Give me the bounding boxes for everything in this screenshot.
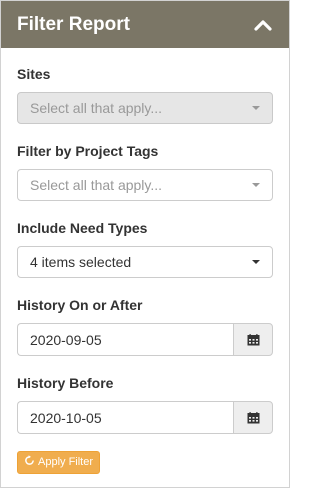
project-tags-placeholder: Select all that apply... — [30, 177, 163, 193]
panel-header: Filter Report — [1, 1, 289, 48]
need-types-value: 4 items selected — [30, 254, 132, 270]
calendar-icon — [247, 333, 259, 345]
sites-group: Sites Select all that apply... — [17, 66, 273, 124]
apply-filter-label: Apply Filter — [38, 456, 94, 468]
project-tags-select[interactable]: Select all that apply... — [17, 169, 273, 201]
panel-title: Filter Report — [17, 13, 130, 35]
history-after-input[interactable]: 2020-09-05 — [17, 323, 233, 356]
dropdown-caret-icon — [252, 183, 260, 187]
filter-report-panel: Filter Report Sites Select all that appl… — [0, 0, 290, 488]
calendar-icon — [247, 411, 259, 423]
history-before-input[interactable]: 2020-10-05 — [17, 401, 233, 434]
sites-placeholder: Select all that apply... — [30, 100, 163, 116]
sites-select[interactable]: Select all that apply... — [17, 92, 273, 124]
history-before-group: History Before 2020-10-05 — [17, 375, 273, 434]
calendar-button[interactable] — [233, 323, 273, 356]
history-after-group: History On or After 2020-09-05 — [17, 297, 273, 356]
need-types-select[interactable]: 4 items selected — [17, 246, 273, 278]
history-after-label: History On or After — [17, 297, 143, 313]
dropdown-caret-icon — [252, 106, 260, 110]
filter-form: Sites Select all that apply... Filter by… — [1, 48, 289, 474]
chevron-up-icon[interactable] — [253, 18, 273, 32]
dropdown-caret-icon — [252, 260, 260, 264]
history-before-field: 2020-10-05 — [17, 401, 273, 434]
history-before-label: History Before — [17, 375, 114, 391]
history-after-field: 2020-09-05 — [17, 323, 273, 356]
apply-filter-button[interactable]: Apply Filter — [17, 450, 101, 474]
project-tags-label: Filter by Project Tags — [17, 143, 159, 159]
calendar-button[interactable] — [233, 401, 273, 434]
sites-label: Sites — [17, 66, 51, 82]
need-types-label: Include Need Types — [17, 220, 148, 236]
refresh-icon — [24, 455, 35, 469]
project-tags-group: Filter by Project Tags Select all that a… — [17, 143, 273, 201]
need-types-group: Include Need Types 4 items selected — [17, 220, 273, 278]
